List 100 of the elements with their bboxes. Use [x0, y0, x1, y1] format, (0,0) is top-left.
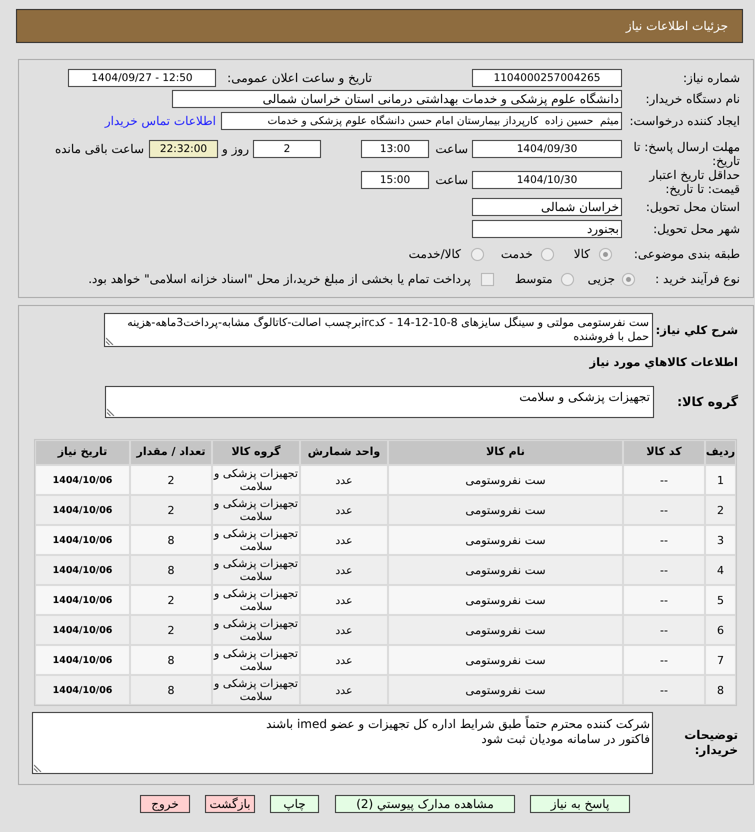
table-cell: --: [624, 556, 704, 584]
radio-button[interactable]: [599, 248, 612, 260]
remaining-time-field[interactable]: 22:32:00: [149, 140, 218, 158]
field-label: نوع فرآیند خرید :: [655, 272, 740, 286]
field-label: توضیحات خریدار:: [683, 728, 738, 758]
table-cell: عدد: [301, 526, 387, 554]
table-cell: 8: [131, 646, 211, 674]
table-cell: 1404/10/06: [36, 466, 129, 494]
description-text: ست نفرستومی مولتی و سینگل سایزهای 8-10-12-14 - کدircبرچسب اصالت-کاتالوگ مشابه-پرداخت3ماهه-هزینه حمل با فروشنده: [126, 316, 649, 344]
column-header[interactable]: واحد شمارش: [301, 441, 387, 464]
table-cell: 7: [706, 646, 735, 674]
attachments-button[interactable]: مشاهده مدارک پیوستي (2): [335, 795, 515, 813]
table-cell: ست نفروستومی: [389, 586, 622, 614]
checkbox[interactable]: [480, 272, 494, 286]
description-textarea[interactable]: ست نفرستومی مولتی و سینگل سایزهای 8-10-12-14 - کدircبرچسب اصالت-کاتالوگ مشابه-پرداخت3ماهه-هزینه حمل با فروشنده: [104, 313, 653, 347]
radio-button[interactable]: [622, 272, 635, 286]
checkbox-label: پرداخت تمام یا بخشی از مبلغ خرید،از محل "اسناد خزانه اسلامی" خواهد بود.: [88, 271, 471, 288]
table-cell: 1404/10/06: [36, 526, 129, 554]
table-cell: عدد: [301, 586, 387, 614]
validity-time-field[interactable]: 15:00: [361, 171, 429, 189]
table-cell: 1404/10/06: [36, 616, 129, 644]
goods-group-text: تجهیزات پزشکی و سلامت: [519, 390, 650, 405]
table-cell: عدد: [301, 556, 387, 584]
column-header[interactable]: تعداد / مقدار: [131, 441, 211, 464]
table-cell: عدد: [301, 466, 387, 494]
field-label: شماره نیاز:: [683, 71, 740, 85]
table-cell: تجهیزات پزشکی و سلامت: [213, 496, 299, 524]
table-cell: 8: [706, 676, 735, 704]
field-label: شرح کلي نياز:: [656, 322, 738, 337]
table-cell: 1404/10/06: [36, 496, 129, 524]
table-cell: ست نفروستومی: [389, 466, 622, 494]
field-label: روز و: [222, 142, 249, 156]
table-cell: عدد: [301, 616, 387, 644]
table-cell: 1404/10/06: [36, 676, 129, 704]
table-cell: --: [624, 526, 704, 554]
resize-grip-icon[interactable]: [106, 337, 114, 345]
table-cell: --: [624, 616, 704, 644]
table-cell: 2: [131, 586, 211, 614]
table-cell: 2: [131, 616, 211, 644]
notes-line: فاکتور در سامانه مودیان ثبت شود: [481, 732, 650, 747]
buyer-notes-textarea[interactable]: شرکت کننده محترم حتماً طبق شرایط اداره کل تجهیزات و عضو imed باشند فاکتور در سامانه مودیان ثبت شود: [32, 712, 653, 774]
reply-button[interactable]: پاسخ به نیاز: [530, 795, 630, 813]
table-cell: ست نفروستومی: [389, 676, 622, 704]
field-label: ساعت باقی مانده: [54, 142, 144, 156]
table-cell: تجهیزات پزشکی و سلامت: [213, 466, 299, 494]
column-header[interactable]: تاریخ نیاز: [36, 441, 129, 464]
table-cell: 2: [131, 466, 211, 494]
requester-field[interactable]: میثم حسین زاده کارپرداز بیمارستان امام حسن دانشگاه علوم پزشکی و خدمات: [221, 112, 622, 130]
province-field[interactable]: خراسان شمالی: [472, 198, 622, 216]
table-cell: 1404/10/06: [36, 556, 129, 584]
table-cell: عدد: [301, 646, 387, 674]
validity-date-field[interactable]: 1404/10/30: [472, 171, 622, 189]
table-cell: تجهیزات پزشکی و سلامت: [213, 646, 299, 674]
print-button[interactable]: چاپ: [270, 795, 319, 813]
table-cell: 2: [706, 496, 735, 524]
table-cell: 1: [706, 466, 735, 494]
field-label: ساعت: [435, 173, 468, 187]
table-cell: 8: [131, 526, 211, 554]
reply-date-field[interactable]: 1404/09/30: [472, 140, 622, 158]
table-cell: تجهیزات پزشکی و سلامت: [213, 526, 299, 554]
table-cell: ست نفروستومی: [389, 616, 622, 644]
city-field[interactable]: بجنورد: [472, 220, 622, 238]
buyer-org-field[interactable]: دانشگاه علوم پزشکی و خدمات بهداشتی درمانی استان خراسان شمالی: [172, 90, 622, 108]
need-number-field[interactable]: 1104000257004265: [472, 69, 622, 87]
radio-button[interactable]: [540, 248, 554, 260]
resize-grip-icon[interactable]: [107, 408, 115, 416]
table-cell: --: [624, 586, 704, 614]
days-left-field[interactable]: 2: [253, 140, 321, 158]
notes-line: شرکت کننده محترم حتماً طبق شرایط اداره کل تجهیزات و عضو imed باشند: [266, 717, 650, 732]
radio-button[interactable]: [470, 248, 484, 260]
table-cell: تجهیزات پزشکی و سلامت: [213, 556, 299, 584]
table-cell: 2: [131, 496, 211, 524]
column-header[interactable]: گروه کالا: [213, 441, 299, 464]
table-cell: ست نفروستومی: [389, 526, 622, 554]
page-title: جزئیات اطلاعات نیاز: [626, 18, 728, 35]
table-cell: 5: [706, 586, 735, 614]
table-cell: 4: [706, 556, 735, 584]
contact-link[interactable]: اطلاعات تماس خریدار: [104, 112, 216, 130]
table-cell: --: [624, 676, 704, 704]
column-header[interactable]: ردیف: [706, 441, 735, 464]
field-label: حداقل تاریخ اعتبار قیمت: تا تاریخ:: [648, 168, 740, 196]
radio-button[interactable]: [560, 272, 574, 286]
reply-time-field[interactable]: 13:00: [361, 140, 429, 158]
table-cell: 1404/10/06: [36, 586, 129, 614]
field-label: ایجاد کننده درخواست:: [629, 114, 740, 128]
resize-grip-icon[interactable]: [34, 764, 42, 772]
table-cell: تجهیزات پزشکی و سلامت: [213, 586, 299, 614]
goods-group-textarea[interactable]: تجهیزات پزشکی و سلامت: [105, 386, 654, 418]
field-label: گروه کالا:: [677, 394, 738, 409]
announce-date-field[interactable]: 1404/09/27 - 12:50: [68, 69, 216, 87]
table-cell: ست نفروستومی: [389, 646, 622, 674]
back-button[interactable]: بازگشت: [205, 795, 255, 813]
field-label: شهر محل تحویل:: [653, 222, 740, 236]
column-header[interactable]: کد کالا: [624, 441, 704, 464]
field-label: نام دستگاه خریدار:: [646, 92, 740, 106]
table-cell: عدد: [301, 676, 387, 704]
field-label: استان محل تحویل:: [646, 200, 740, 214]
column-header[interactable]: نام کالا: [389, 441, 622, 464]
table-cell: 8: [131, 556, 211, 584]
exit-button[interactable]: خروج: [140, 795, 190, 813]
